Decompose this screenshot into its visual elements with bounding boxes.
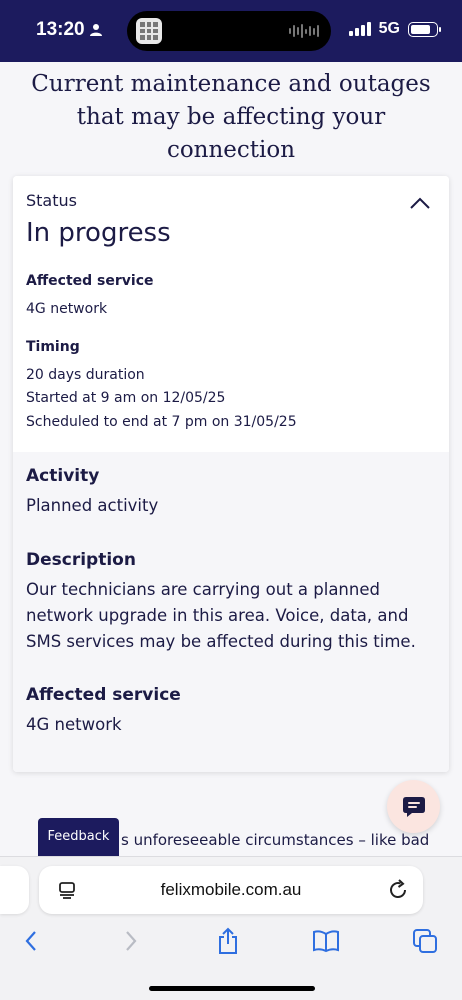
network-type: 5G: [378, 20, 400, 37]
chevron-left-icon: [25, 931, 36, 951]
affected-service-value: 4G network: [26, 301, 108, 317]
audio-wave-icon: [289, 23, 319, 39]
address-bar[interactable]: felixmobile.com.au: [39, 866, 423, 914]
status-value: In progress: [26, 218, 171, 248]
previous-tab-preview[interactable]: [0, 866, 29, 914]
status-bar: 13:20 5G: [0, 0, 462, 62]
activity-value: Planned activity: [26, 496, 159, 515]
browser-chrome: felixmobile.com.au: [0, 856, 462, 1000]
feedback-button[interactable]: Feedback: [38, 818, 119, 858]
page-heading: Current maintenance and outages that may…: [31, 71, 431, 163]
timing-duration: 20 days duration: [26, 367, 145, 383]
media-thumbnail-icon: [136, 18, 162, 44]
dynamic-island: [127, 11, 331, 51]
status-label: Status: [26, 191, 77, 210]
back-button[interactable]: [15, 925, 47, 957]
forward-button[interactable]: [115, 925, 147, 957]
description-text: Our technicians are carrying out a plann…: [26, 580, 416, 651]
battery-icon: [408, 21, 441, 37]
tabs-button[interactable]: [409, 925, 441, 957]
clock: 13:20: [36, 19, 103, 41]
description-label: Description: [26, 550, 136, 570]
outage-summary: Status In progress Affected service 4G n…: [13, 176, 449, 452]
share-icon: [219, 927, 237, 954]
timing-end: Scheduled to end at 7 pm on 31/05/25: [26, 414, 297, 430]
outage-details: Activity Planned activity Description Ou…: [13, 452, 449, 772]
book-icon: [313, 930, 339, 953]
bookmarks-button[interactable]: [310, 925, 342, 957]
chevron-up-icon[interactable]: [409, 196, 431, 210]
reload-icon[interactable]: [387, 879, 409, 901]
affected-service-label-2: Affected service: [26, 685, 181, 705]
chat-button[interactable]: [387, 780, 440, 833]
status-indicators: 5G: [348, 20, 441, 38]
chat-icon: [402, 796, 425, 817]
timing-label: Timing: [26, 339, 80, 355]
cellular-signal-icon: [348, 22, 371, 36]
affected-service-value-2: 4G network: [26, 715, 122, 734]
timing-start: Started at 9 am on 12/05/25: [26, 390, 226, 406]
activity-label: Activity: [26, 466, 100, 486]
tabs-icon: [413, 929, 437, 953]
url-text: felixmobile.com.au: [160, 880, 302, 899]
footer-text: s unforeseeable circumstances – like bad: [121, 831, 430, 849]
person-icon: [89, 24, 102, 36]
share-button[interactable]: [212, 925, 244, 957]
affected-service-label: Affected service: [26, 273, 154, 289]
home-indicator: [149, 986, 315, 991]
outage-card: Status In progress Affected service 4G n…: [13, 176, 449, 772]
chevron-right-icon: [126, 931, 137, 951]
browser-toolbar: [0, 923, 462, 963]
clock-time: 13:20: [36, 19, 85, 40]
